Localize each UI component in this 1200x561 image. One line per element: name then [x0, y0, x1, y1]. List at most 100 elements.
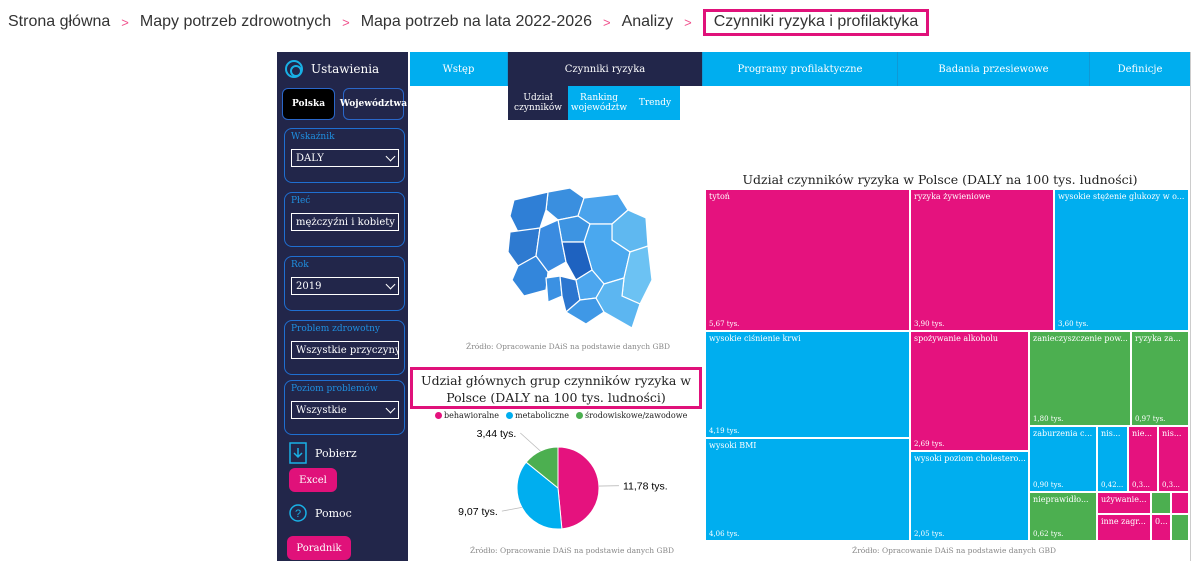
health-problem-select[interactable]: Wszystkie przyczyny [291, 341, 399, 359]
cell-value: 0,3... [1132, 481, 1150, 489]
cell-label: zaburzenia c... [1033, 429, 1093, 438]
treemap-cell-nis-1[interactable]: nis... 0,42... [1097, 426, 1128, 492]
pie-data-label: 11,78 tys. [623, 481, 668, 493]
cell-label: tytoń [709, 192, 730, 201]
treemap-cell-small-pink-1[interactable] [1171, 492, 1189, 514]
excel-button[interactable]: Excel [289, 468, 337, 492]
legend-dot [506, 412, 514, 419]
breadcrumb-analyses[interactable]: Analizy [622, 13, 674, 31]
cell-label: nis... [1101, 429, 1121, 438]
treemap-title: Udział czynników ryzyka w Polsce (DALY n… [742, 172, 1138, 187]
pie-slice-behavioral[interactable] [557, 446, 600, 530]
guide-button[interactable]: Poradnik [287, 536, 351, 560]
treemap-chart: tytoń 5,67 tys. ryzyka żywieniowe 3,90 tys… [705, 189, 1189, 541]
cell-value: 2,05 tys. [914, 530, 945, 538]
treemap-source-note: Źródło: Opracowanie DAiS na podstawie da… [852, 546, 1057, 555]
treemap-cell-small-green-1[interactable] [1151, 492, 1171, 514]
map-region-opolskie[interactable] [545, 275, 563, 303]
treemap-cell-nis-2[interactable]: nis... 0,3... [1158, 426, 1189, 492]
cell-value: 3,60 tys. [1058, 320, 1089, 328]
breadcrumb: Strona główna > Mapy potrzeb zdrowotnych… [8, 8, 930, 36]
treemap-cell-zero[interactable]: 0... [1151, 514, 1171, 541]
svg-text:?: ? [295, 508, 301, 520]
subtab-factor-share[interactable]: Udział czynników [508, 86, 568, 120]
treemap-cell-nieprawidlowe[interactable]: nieprawidło... 0,62 tys. [1029, 492, 1097, 541]
select-value: DALY [296, 152, 324, 164]
help-label: Pomoc [315, 506, 352, 520]
scope-voivodeships-button[interactable]: Województwa [340, 88, 407, 120]
legend-dot [435, 412, 442, 419]
year-filter: Rok 2019 [284, 256, 405, 311]
main-tabs: Wstęp Czynniki ryzyka Programy profilakt… [410, 52, 1190, 86]
cell-value: 2,69 tys. [914, 440, 945, 448]
cell-label: nieprawidło... [1033, 495, 1089, 504]
breadcrumb-home[interactable]: Strona główna [8, 13, 110, 31]
treemap-cell-inne[interactable]: inne zagr... [1097, 514, 1151, 541]
treemap-cell-cisnienie[interactable]: wysokie ciśnienie krwi 4,19 tys. [705, 331, 910, 438]
chevron-right-icon: > [684, 14, 692, 30]
cell-label: 0... [1155, 517, 1168, 526]
settings-title: Ustawienia [311, 62, 380, 76]
select-value: 2019 [296, 280, 322, 292]
divider [1190, 52, 1191, 561]
treemap-cell-bmi[interactable]: wysoki BMI 4,06 tys. [705, 438, 910, 541]
treemap-cell-alkohol[interactable]: spożywanie alkoholu 2,69 tys. [910, 331, 1029, 451]
pie-source-note: Źródło: Opracowanie DAiS na podstawie da… [470, 546, 675, 555]
pie-leader-line [501, 506, 522, 512]
treemap-cell-glukoza[interactable]: wysokie stężenie glukozy w o... 3,60 tys. [1054, 189, 1189, 331]
legend-label: metaboliczne [515, 411, 569, 420]
help-icon: ? [289, 504, 307, 522]
pie-legend: behawioralne metaboliczne środowiskowe/z… [435, 411, 687, 420]
map-region-zachodniopomorskie[interactable] [509, 191, 549, 233]
scope-poland-button[interactable]: Polska [282, 88, 335, 120]
treemap-cell-uzywanie[interactable]: używanie... [1097, 492, 1151, 514]
chevron-down-icon [385, 151, 396, 161]
help-section: ? Pomoc [289, 504, 352, 522]
breadcrumb-map-2022[interactable]: Mapa potrzeb na lata 2022-2026 [361, 13, 592, 31]
cell-label: wysoki BMI [709, 441, 757, 450]
legend-item-metabolic[interactable]: metaboliczne [506, 411, 569, 420]
tab-intro[interactable]: Wstęp [410, 52, 508, 86]
legend-item-environmental[interactable]: środowiskowe/zawodowe [576, 411, 687, 420]
sub-tabs: Udział czynników Ranking województw Tren… [508, 86, 680, 120]
chevron-right-icon: > [342, 14, 350, 30]
breadcrumb-maps[interactable]: Mapy potrzeb zdrowotnych [140, 13, 331, 31]
cell-value: 4,19 tys. [709, 427, 740, 435]
tab-prevention-programs[interactable]: Programy profilaktyczne [703, 52, 898, 86]
select-value: mężczyźni i kobiety [296, 216, 395, 228]
treemap-cell-tyton[interactable]: tytoń 5,67 tys. [705, 189, 910, 331]
chevron-down-icon [385, 279, 396, 289]
pie-chart: 11,78 tys. 9,07 tys. 3,44 tys. [458, 428, 668, 530]
filter-label: Płeć [291, 196, 311, 206]
filter-label: Rok [291, 260, 309, 270]
treemap-cell-nie[interactable]: nie... 0,3... [1128, 426, 1158, 492]
subtab-voivodeship-ranking[interactable]: Ranking województw [568, 86, 630, 120]
tab-risk-factors[interactable]: Czynniki ryzyka [508, 52, 703, 86]
subtab-trends[interactable]: Trendy [630, 86, 680, 120]
year-select[interactable]: 2019 [291, 277, 399, 295]
problem-level-select[interactable]: Wszystkie [291, 401, 399, 419]
sex-select[interactable]: mężczyźni i kobiety [291, 213, 399, 231]
tab-screening[interactable]: Badania przesiewowe [898, 52, 1090, 86]
cell-label: wysokie stężenie glukozy w o... [1058, 192, 1185, 201]
chevron-right-icon: > [602, 14, 611, 30]
treemap-cell-zaburzenia[interactable]: zaburzenia c... 0,90 tys. [1029, 426, 1097, 492]
chevron-right-icon: > [121, 14, 129, 30]
treemap-cell-ryzyka-zawodowe[interactable]: ryzyka za... 0,97 tys. [1131, 331, 1189, 426]
treemap-cell-zanieczyszczenie[interactable]: zanieczyszczenie pow... 1,80 tys. [1029, 331, 1131, 426]
legend-dot [576, 412, 583, 419]
breadcrumb-current: Czynniki ryzyka i profilaktyka [702, 8, 930, 36]
cell-value: 0,3... [1162, 481, 1180, 489]
tab-definitions[interactable]: Definicje [1090, 52, 1190, 86]
indicator-select[interactable]: DALY [291, 149, 399, 167]
treemap-cell-ryzyka-zywieniowe[interactable]: ryzyka żywieniowe 3,90 tys. [910, 189, 1054, 331]
cell-label: wysokie ciśnienie krwi [709, 334, 801, 343]
legend-item-behavioral[interactable]: behawioralne [435, 411, 499, 420]
treemap-cell-cholesterol[interactable]: wysoki poziom cholestero... 2,05 tys. [910, 451, 1029, 541]
legend-label: środowiskowe/zawodowe [585, 411, 688, 420]
download-file-icon [289, 442, 307, 464]
treemap-cell-small-green-2[interactable] [1171, 514, 1189, 541]
chevron-down-icon [385, 403, 396, 413]
cell-value: 3,90 tys. [914, 320, 945, 328]
cell-label: używanie... [1101, 495, 1147, 504]
